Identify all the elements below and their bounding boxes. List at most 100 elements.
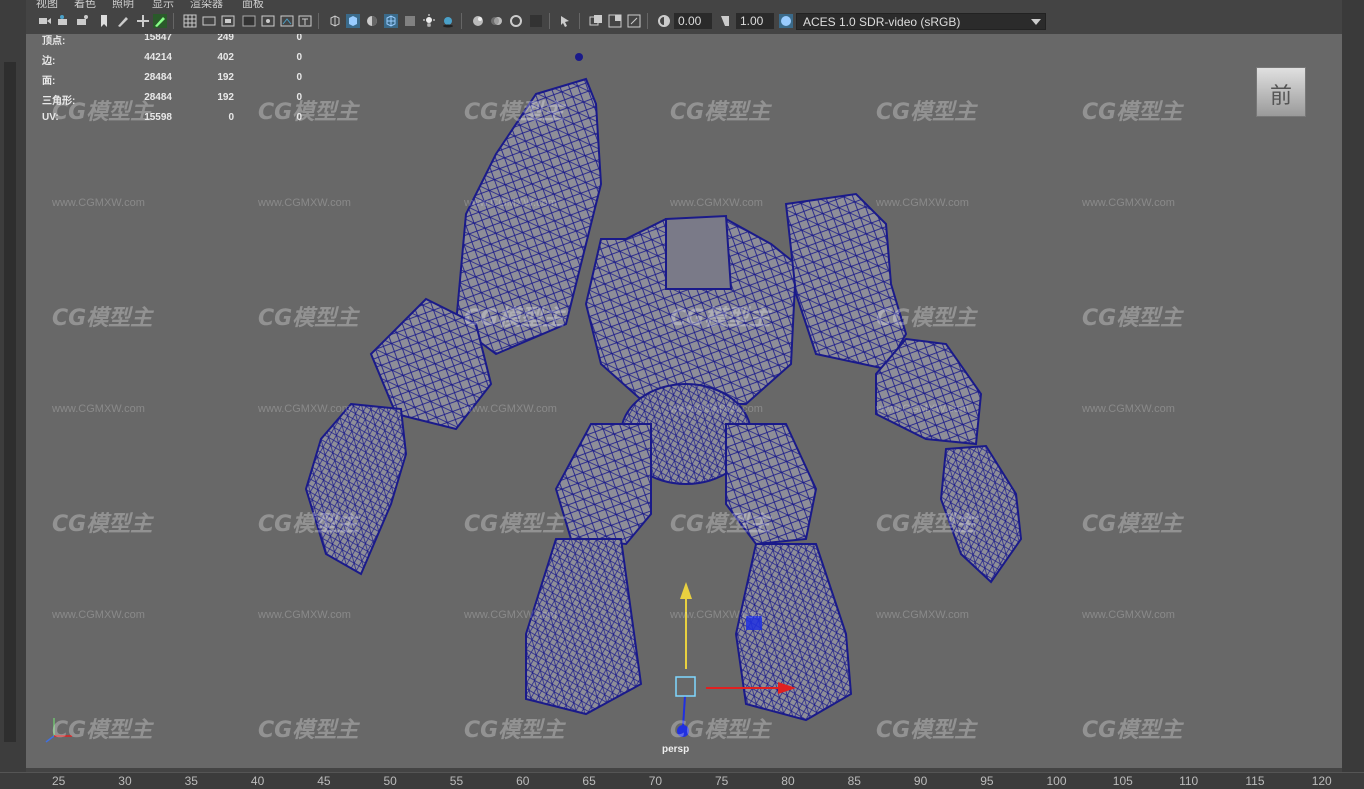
hud-row-faces: 面: 28484 192 0 xyxy=(42,72,302,87)
exposure-field[interactable]: 1.00 xyxy=(736,13,774,29)
safe-action-icon[interactable] xyxy=(280,14,294,28)
grease-pencil-icon[interactable] xyxy=(116,14,130,28)
perspective-viewport[interactable]: CG模型主 CG模型主 CG模型主 CG模型主 CG模型主 CG模型主 CG模型主 CG模型主… xyxy=(26,34,1342,768)
timeline-tick: 30 xyxy=(118,774,132,788)
hud-row-triangles: 三角形: 28484 192 0 xyxy=(42,92,302,107)
watermark-logo: CG模型主 xyxy=(258,718,359,743)
timeline-tick: 120 xyxy=(1311,774,1332,788)
wireframe-cube-icon[interactable] xyxy=(328,14,342,28)
safe-title-icon[interactable] xyxy=(298,14,312,28)
hud-value-total: 15847 xyxy=(144,34,172,43)
watermark-logo: CG模型主 xyxy=(464,512,565,537)
watermark-url: www.CGMXW.com xyxy=(464,403,557,415)
timeline-tick: 50 xyxy=(383,774,397,788)
motion-blur-icon[interactable] xyxy=(490,14,504,28)
camera-icon[interactable] xyxy=(38,14,52,28)
menu-lighting[interactable]: 照明 xyxy=(112,0,134,8)
gate-mask-icon[interactable] xyxy=(242,14,256,28)
bookmark-icon[interactable] xyxy=(97,14,111,28)
watermark-logo: CG模型主 xyxy=(876,100,977,125)
anti-aliasing-icon[interactable] xyxy=(509,14,523,28)
view-cube[interactable]: 前 xyxy=(1256,67,1306,117)
maximize-panel-icon[interactable] xyxy=(627,14,641,28)
pencil-toggle-icon[interactable] xyxy=(153,14,167,28)
hud-toggle-icon[interactable] xyxy=(589,14,603,28)
timeline-tick: 75 xyxy=(715,774,729,788)
wireframe-on-shaded-icon[interactable] xyxy=(384,14,398,28)
hud-value-selected: 249 xyxy=(217,34,234,43)
isolate-select-icon[interactable] xyxy=(559,14,573,28)
menu-panels[interactable]: 面板 xyxy=(242,0,264,8)
resolution-gate-icon[interactable] xyxy=(221,14,235,28)
watermark-url: www.CGMXW.com xyxy=(1082,609,1175,621)
bookmark-camera-icon[interactable] xyxy=(76,14,90,28)
hud-value-total: 44214 xyxy=(144,52,172,63)
watermark-logo: CG模型主 xyxy=(670,306,771,331)
panel-menubar: 视图 着色 照明 显示 渲染器 面板 xyxy=(26,0,1342,8)
field-chart-icon[interactable] xyxy=(261,14,275,28)
watermark-url: www.CGMXW.com xyxy=(876,197,969,209)
hud-row-edges: 边: 44214 402 0 xyxy=(42,52,302,67)
camera-name-label: persp xyxy=(662,744,690,755)
watermark-url: www.CGMXW.com xyxy=(258,609,351,621)
film-gate-icon[interactable] xyxy=(202,14,216,28)
hud-label: 面: xyxy=(42,76,56,87)
menu-shading[interactable]: 着色 xyxy=(74,0,96,8)
depth-of-field-icon[interactable] xyxy=(529,14,543,28)
watermark-logo: CG模型主 xyxy=(670,718,771,743)
menu-show[interactable]: 显示 xyxy=(152,0,174,8)
timeline-tick: 115 xyxy=(1245,774,1265,788)
watermark-logo: CG模型主 xyxy=(1082,100,1183,125)
exposure-icon[interactable] xyxy=(657,14,671,28)
toolbar-separator xyxy=(549,13,550,29)
hud-value-other: 0 xyxy=(296,52,302,63)
hud-label: 顶点: xyxy=(42,36,66,47)
timeline-tick: 100 xyxy=(1046,774,1067,788)
hud-value-other: 0 xyxy=(296,112,302,123)
watermark-logo: CG模型主 xyxy=(258,512,359,537)
timeline-tick: 95 xyxy=(980,774,994,788)
hud-label: 三角形: xyxy=(42,96,76,107)
timeline-tick: 85 xyxy=(847,774,861,788)
watermark-logo: CG模型主 xyxy=(876,512,977,537)
default-material-icon[interactable] xyxy=(365,14,379,28)
view-cube-face-label: 前 xyxy=(1269,84,1292,109)
light-icon[interactable] xyxy=(422,14,436,28)
watermark-url: www.CGMXW.com xyxy=(464,197,557,209)
watermark-url: www.CGMXW.com xyxy=(464,609,557,621)
grid-icon[interactable] xyxy=(183,14,197,28)
shadows-icon[interactable] xyxy=(441,14,455,28)
right-panel-strip xyxy=(1342,0,1364,772)
watermark-logo: CG模型主 xyxy=(1082,306,1183,331)
hud-value-other: 0 xyxy=(296,34,302,43)
watermark-url: www.CGMXW.com xyxy=(258,403,351,415)
hud-value-other: 0 xyxy=(296,72,302,83)
left-scrollbar[interactable] xyxy=(4,62,16,742)
watermark-url: www.CGMXW.com xyxy=(52,403,145,415)
hud-value-total: 15598 xyxy=(144,112,172,123)
camera-attributes-icon[interactable] xyxy=(57,14,71,28)
toolbar-separator xyxy=(318,13,319,29)
watermark-logo: CG模型主 xyxy=(464,100,565,125)
smooth-shade-icon[interactable] xyxy=(346,14,360,28)
timeline-tick: 105 xyxy=(1112,774,1133,788)
menu-renderer[interactable]: 渲染器 xyxy=(190,0,223,8)
xray-icon[interactable] xyxy=(403,14,417,28)
watermark-logo: CG模型主 xyxy=(1082,512,1183,537)
2d-pan-zoom-icon[interactable] xyxy=(136,14,150,28)
color-management-icon[interactable] xyxy=(779,14,793,28)
gamma-icon[interactable] xyxy=(718,14,732,28)
viewport-layout-icon[interactable] xyxy=(608,14,622,28)
hud-row-vertices: 顶点: 15847 249 0 xyxy=(42,34,302,47)
timeline-tick: 55 xyxy=(449,774,464,788)
time-slider[interactable]: 25 30 35 40 45 50 55 60 65 70 75 80 85 90 95 100 105 110 1… xyxy=(0,772,1364,789)
scene-view xyxy=(45,53,1023,743)
watermark-url: www.CGMXW.com xyxy=(876,609,969,621)
gamma-field[interactable]: 0.00 xyxy=(674,13,712,29)
panel-toolbar: 0.00 1.00 ACES 1.0 SDR-video (sRGB) xyxy=(26,8,1342,35)
left-panel-strip xyxy=(0,0,26,772)
menu-view[interactable]: 视图 xyxy=(36,0,58,8)
timeline-tick: 35 xyxy=(184,774,198,788)
color-space-select[interactable]: ACES 1.0 SDR-video (sRGB) xyxy=(796,13,1046,30)
ambient-occlusion-icon[interactable] xyxy=(471,14,485,28)
